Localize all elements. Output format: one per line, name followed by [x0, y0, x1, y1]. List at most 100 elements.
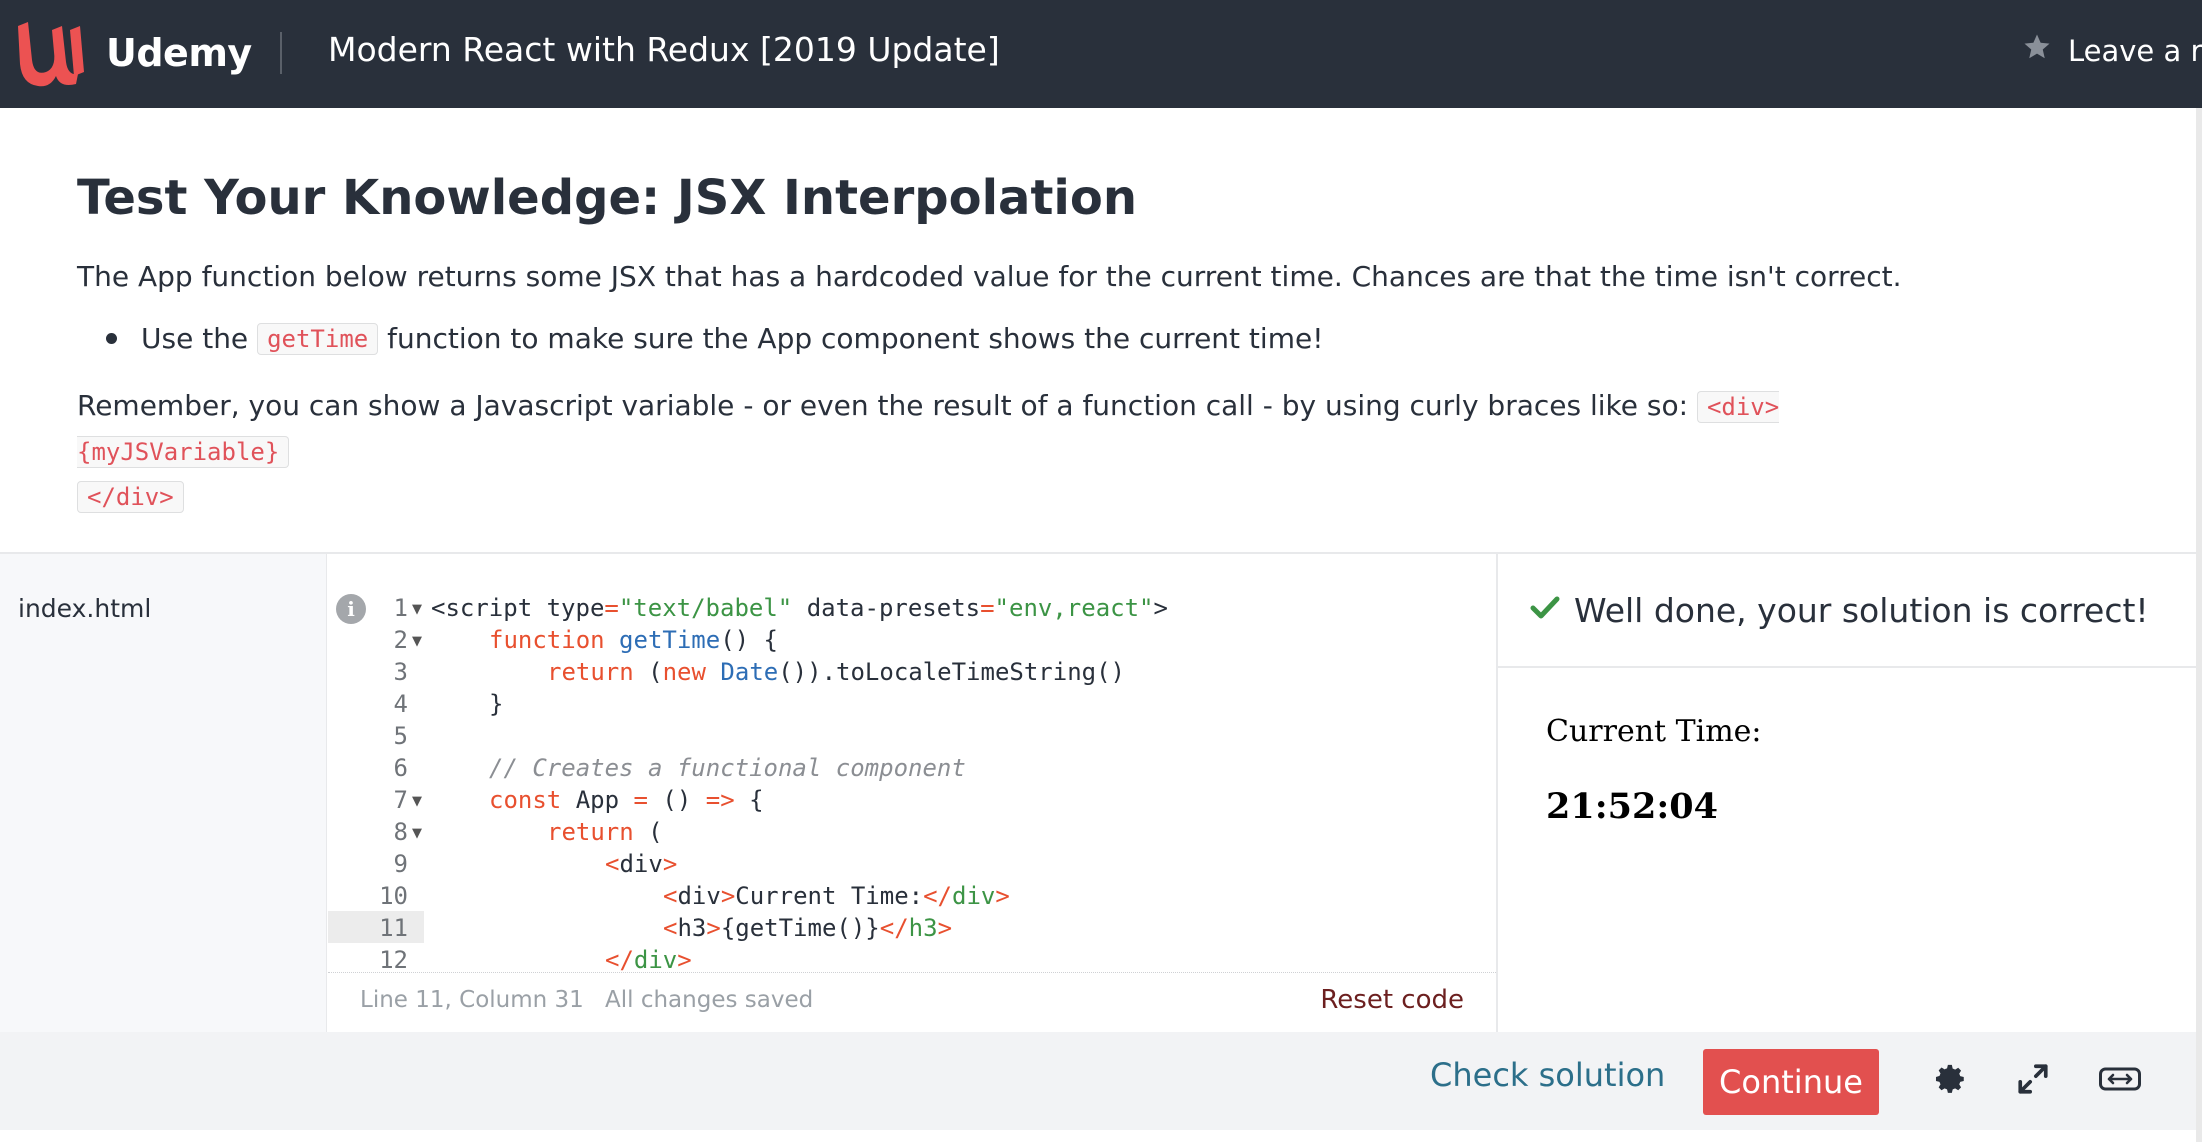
code-token: <	[663, 914, 678, 942]
code-token: {	[734, 786, 764, 814]
line-number: 6	[393, 754, 408, 782]
code-token: "text/babel"	[618, 594, 793, 622]
fold-arrow-icon[interactable]: ▼	[412, 794, 422, 809]
course-title[interactable]: Modern React with Redux [2019 Update]	[328, 30, 1000, 69]
code-token: getTime	[604, 626, 721, 654]
code-line: }	[489, 690, 504, 718]
line-number: 10	[379, 882, 408, 910]
code-token: =	[980, 594, 995, 622]
remember-text: Remember, you can show a Javascript vari…	[77, 389, 1689, 422]
code-token: const	[489, 786, 562, 814]
code-token: App	[561, 786, 634, 814]
code-line: return (	[547, 818, 663, 846]
check-icon	[1530, 595, 1560, 625]
code-token: >	[720, 882, 736, 910]
line-number: 9	[393, 850, 408, 878]
inline-code-jsx-2: </div>	[77, 481, 184, 513]
line-number: 3	[393, 658, 408, 686]
code-line: <script type="text/babel" data-presets="…	[431, 594, 1168, 622]
brand-name: Udemy	[106, 31, 252, 75]
line-number: 12	[379, 946, 408, 974]
code-token: new	[662, 658, 706, 686]
result-message: Well done, your solution is correct!	[1574, 590, 2149, 630]
line-number: 2	[393, 626, 408, 654]
code-token: type	[532, 594, 605, 622]
quiz-intro: The App function below returns some JSX …	[77, 260, 1902, 293]
code-line: // Creates a functional component	[489, 754, 966, 782]
code-token: >	[706, 914, 721, 942]
gear-icon[interactable]	[1930, 1058, 1972, 1100]
fold-arrow-icon[interactable]: ▼	[412, 826, 422, 841]
bullet-dot	[106, 333, 117, 344]
code-token: =	[604, 594, 619, 622]
code-token: Date	[705, 658, 779, 686]
line-number: 8	[393, 818, 408, 846]
code-token: data-presets	[792, 594, 981, 622]
code-token: div	[677, 882, 721, 910]
quiz-bullet: Use the getTime function to make sure th…	[106, 322, 1323, 355]
code-line: </div>	[605, 946, 692, 974]
code-token: Current Time:	[735, 882, 924, 910]
exercise-footer: Check solution Continue	[0, 1032, 2196, 1130]
top-header: Udemy Modern React with Redux [2019 Upda…	[0, 0, 2202, 108]
code-token: <	[663, 882, 678, 910]
editor-status-bar: Line 11, Column 31 All changes saved Res…	[328, 972, 1496, 1032]
code-line: function getTime() {	[489, 626, 778, 654]
code-token: (	[633, 818, 663, 846]
code-line: const App = () => {	[489, 786, 764, 814]
udemy-logo[interactable]: Udemy	[10, 16, 252, 90]
code-token: >	[1153, 594, 1168, 622]
code-token: >	[937, 914, 953, 942]
fold-arrow-icon[interactable]: ▼	[412, 634, 422, 649]
code-token: {getTime()}	[720, 914, 880, 942]
code-token: div	[633, 946, 678, 974]
file-item-index-html[interactable]: index.html	[18, 594, 151, 623]
check-solution-button[interactable]: Check solution	[1430, 1056, 1665, 1094]
line-number: 1	[393, 594, 408, 622]
save-status: All changes saved	[605, 987, 814, 1013]
code-token: </	[879, 914, 909, 942]
info-icon[interactable]: i	[336, 594, 366, 624]
code-token: >	[995, 882, 1010, 910]
inline-code-gettime: getTime	[257, 322, 379, 355]
page-scrollbar[interactable]	[2196, 108, 2202, 1142]
expand-icon[interactable]	[2012, 1058, 2054, 1100]
bullet-text-before: Use the	[141, 322, 249, 355]
code-token: div	[619, 850, 663, 878]
code-token: "env,react"	[994, 594, 1154, 622]
code-token: div	[952, 882, 996, 910]
cursor-position: Line 11, Column 31	[360, 987, 584, 1013]
code-token: </	[605, 946, 634, 974]
code-line: <div>	[605, 850, 677, 878]
code-line: <div>Current Time:</div>	[663, 882, 1010, 910]
code-token: <script	[431, 594, 533, 622]
code-token: >	[677, 946, 692, 974]
code-token: (	[633, 658, 663, 686]
quiz-content: Test Your Knowledge: JSX Interpolation T…	[0, 108, 2196, 553]
code-token: function	[489, 626, 605, 654]
preview-time: 21:52:04	[1546, 786, 1718, 827]
code-token: =>	[705, 786, 735, 814]
continue-button[interactable]: Continue	[1703, 1049, 1879, 1115]
file-list: index.html	[0, 554, 327, 1032]
code-token: <	[605, 850, 620, 878]
reset-code-button[interactable]: Reset code	[1320, 985, 1464, 1015]
code-token: h3	[677, 914, 707, 942]
result-panel: Well done, your solution is correct! Cur…	[1496, 554, 2196, 1032]
code-line: <h3>{getTime()}</h3>	[663, 914, 952, 942]
fold-arrow-icon[interactable]: ▼	[412, 602, 422, 617]
leave-rating-button[interactable]: Leave a ra	[2022, 32, 2202, 69]
expand-width-icon[interactable]	[2098, 1058, 2142, 1100]
code-token: h3	[908, 914, 938, 942]
quiz-title: Test Your Knowledge: JSX Interpolation	[77, 170, 1137, 226]
star-icon	[2022, 32, 2052, 69]
code-token: ()	[647, 786, 706, 814]
code-editor[interactable]: i 1 2 3 4 5 6 7 8 9 10 11 12 ▼ ▼ ▼ ▼ <sc…	[328, 554, 1496, 1032]
code-token: ()).toLocaleTimeString()	[778, 658, 1125, 686]
udemy-logo-mark-icon	[18, 22, 84, 87]
preview-label: Current Time:	[1546, 714, 1762, 749]
bullet-text-after: function to make sure the App component …	[387, 322, 1324, 355]
line-number: 4	[393, 690, 408, 718]
result-header: Well done, your solution is correct!	[1498, 554, 2196, 668]
line-number: 7	[393, 786, 408, 814]
